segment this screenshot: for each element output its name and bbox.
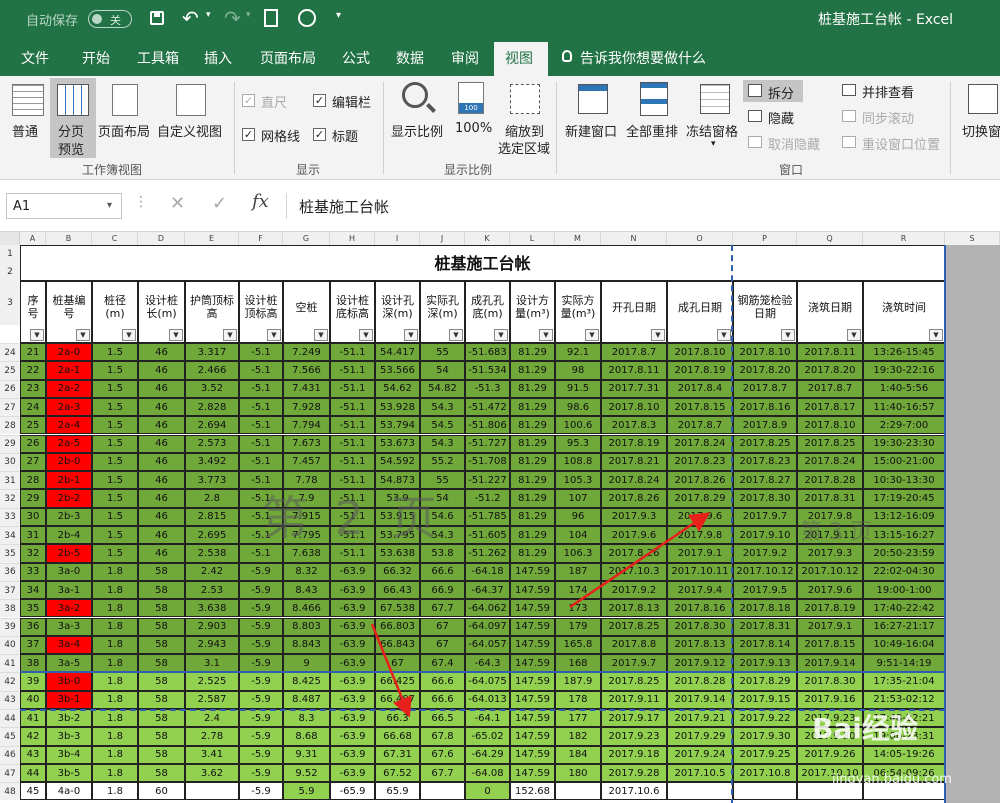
reset-position-button[interactable]: 重设窗口位置 — [862, 134, 940, 153]
new-window-icon — [578, 84, 608, 114]
unhide-button[interactable]: 取消隐藏 — [768, 134, 820, 153]
split-icon — [748, 84, 762, 97]
page-break-label-1: 分页 — [58, 125, 85, 140]
ruler-checkbox[interactable]: ✓ — [242, 94, 255, 107]
gridlines-checkbox[interactable]: ✓ — [242, 128, 255, 141]
formula-bar-checkbox[interactable]: ✓ — [313, 94, 326, 107]
tab-page-layout[interactable]: 页面布局 — [260, 48, 316, 68]
window-title: 桩基施工台帐 - Excel — [818, 12, 954, 28]
ribbon-view: 普通 分页 预览 页面布局 自定义视图 工作簿视图 ✓ 直尺 ✓ 编辑栏 ✓ 网… — [0, 76, 1000, 180]
page-break-label-2: 预览 — [58, 143, 85, 158]
hide-button[interactable]: 隐藏 — [768, 108, 794, 127]
ribbon-separator — [950, 82, 951, 174]
save-icon[interactable] — [150, 11, 164, 25]
headings-label: 标题 — [332, 130, 359, 145]
ribbon-separator — [234, 82, 235, 174]
redo-dropdown-icon[interactable]: ▾ — [246, 10, 251, 20]
autosave-toggle[interactable]: 关 — [88, 10, 132, 28]
ruler-label: 直尺 — [261, 96, 288, 111]
switch-windows-icon — [968, 84, 998, 114]
normal-view-button[interactable]: 普通 — [12, 121, 38, 140]
name-box-value: A1 — [13, 199, 31, 214]
formula-bar: A1 ▾ ⋮ ✕ ✓ fx 桩基施工台帐 — [0, 180, 1000, 232]
tell-me-box[interactable]: 告诉我你想要做什么 — [580, 48, 706, 68]
cancel-icon[interactable]: ✕ — [170, 193, 185, 214]
sync-scroll-icon — [842, 110, 856, 122]
undo-dropdown-icon[interactable]: ▾ — [206, 10, 211, 20]
custom-view-icon — [176, 84, 206, 116]
tab-file[interactable]: 文件 — [21, 48, 49, 68]
headings-checkbox[interactable]: ✓ — [313, 128, 326, 141]
name-box-dropdown-icon[interactable]: ▾ — [107, 200, 112, 211]
zoom-100-button[interactable]: 100% — [455, 121, 492, 136]
tab-view-label: 视图 — [505, 51, 533, 67]
arrange-all-button[interactable]: 全部重排 — [626, 121, 678, 140]
undo-icon[interactable]: ↶ — [182, 6, 199, 30]
group-window: 窗口 — [779, 163, 804, 177]
tab-toolbox[interactable]: 工具箱 — [137, 48, 179, 68]
baidu-url: jingyan.baidu.com — [832, 772, 952, 787]
freeze-panes-icon — [700, 84, 730, 114]
side-by-side-button[interactable]: 并排查看 — [862, 82, 914, 101]
split-label: 拆分 — [768, 87, 795, 102]
freeze-dropdown-icon[interactable]: ▾ — [711, 139, 716, 149]
group-show: 显示 — [296, 163, 321, 177]
ribbon-separator — [556, 82, 557, 174]
customize-qat-icon[interactable]: ▾ — [336, 10, 341, 21]
tab-view[interactable]: 视图 — [494, 42, 548, 76]
reset-position-icon — [842, 136, 856, 148]
zoom-selection-icon — [510, 84, 540, 114]
zoom-100-icon: 100 — [458, 82, 484, 114]
enter-icon[interactable]: ✓ — [212, 193, 227, 214]
autosave-label: 自动保存 — [26, 14, 79, 29]
gridlines-label: 网格线 — [261, 130, 301, 145]
zoom-selection-label-2: 选定区域 — [498, 142, 551, 157]
tab-insert[interactable]: 插入 — [204, 48, 232, 68]
tab-review[interactable]: 审阅 — [451, 48, 479, 68]
arrange-all-icon — [640, 82, 668, 116]
ribbon-tabs: 文件 开始 工具箱 插入 页面布局 公式 数据 审阅 视图 告诉我你想要做什么 — [0, 38, 1000, 76]
autosave-state: 关 — [110, 14, 121, 27]
redo-icon[interactable]: ↷ — [224, 6, 241, 30]
tab-data[interactable]: 数据 — [396, 48, 424, 68]
tab-home[interactable]: 开始 — [82, 48, 110, 68]
baidu-watermark: Bai经验 — [812, 712, 918, 745]
more-options-icon: ⋮ — [134, 194, 148, 210]
tab-formulas[interactable]: 公式 — [342, 48, 370, 68]
zoom-handle-icon — [426, 103, 436, 113]
custom-view-button[interactable]: 自定义视图 — [157, 121, 222, 140]
formula-bar-label: 编辑栏 — [332, 96, 372, 111]
side-by-side-icon — [842, 84, 856, 96]
formula-input[interactable]: 桩基施工台帐 — [286, 193, 996, 219]
switch-windows-button[interactable]: 切换窗 — [962, 121, 1000, 140]
zoom-button[interactable]: 显示比例 — [391, 121, 443, 140]
name-box[interactable]: A1 ▾ — [6, 193, 122, 219]
page-layout-button[interactable]: 页面布局 — [98, 121, 150, 140]
group-workbook-views: 工作簿视图 — [82, 163, 143, 177]
worksheet[interactable]: ABCDEFGHIJKLMNOPQRS 1 2 3 24 25 26 27 28 29 30 31 3… — [0, 232, 1000, 803]
print-preview-icon[interactable] — [264, 9, 278, 27]
group-zoom: 显示比例 — [444, 163, 493, 177]
title-bar: 自动保存 关 ↶ ▾ ↷ ▾ ▾ 桩基施工台帐 - Excel — [0, 0, 1000, 38]
page-break-preview-button[interactable]: 分页 预览 — [50, 78, 96, 158]
page-break-preview-icon — [57, 84, 89, 116]
page-layout-icon — [112, 84, 138, 116]
touch-mode-icon[interactable] — [298, 9, 316, 27]
zoom-magnifier-icon — [402, 82, 428, 108]
unhide-icon — [748, 136, 762, 148]
freeze-panes-button[interactable]: 冻结窗格 — [686, 121, 738, 140]
arrow-to-page-break-icon — [569, 512, 711, 609]
ribbon-separator — [383, 82, 384, 174]
new-window-button[interactable]: 新建窗口 — [565, 121, 617, 140]
formula-content: 桩基施工台帐 — [299, 198, 390, 216]
normal-view-icon — [12, 84, 44, 116]
insert-function-icon[interactable]: fx — [252, 191, 269, 212]
split-button[interactable]: 拆分 — [743, 80, 803, 102]
hide-icon — [748, 110, 762, 122]
toggle-knob-icon — [92, 14, 102, 24]
lightbulb-icon — [562, 50, 572, 62]
sync-scroll-button[interactable]: 同步滚动 — [862, 108, 914, 127]
arrow-to-page-break-icon — [370, 623, 412, 718]
